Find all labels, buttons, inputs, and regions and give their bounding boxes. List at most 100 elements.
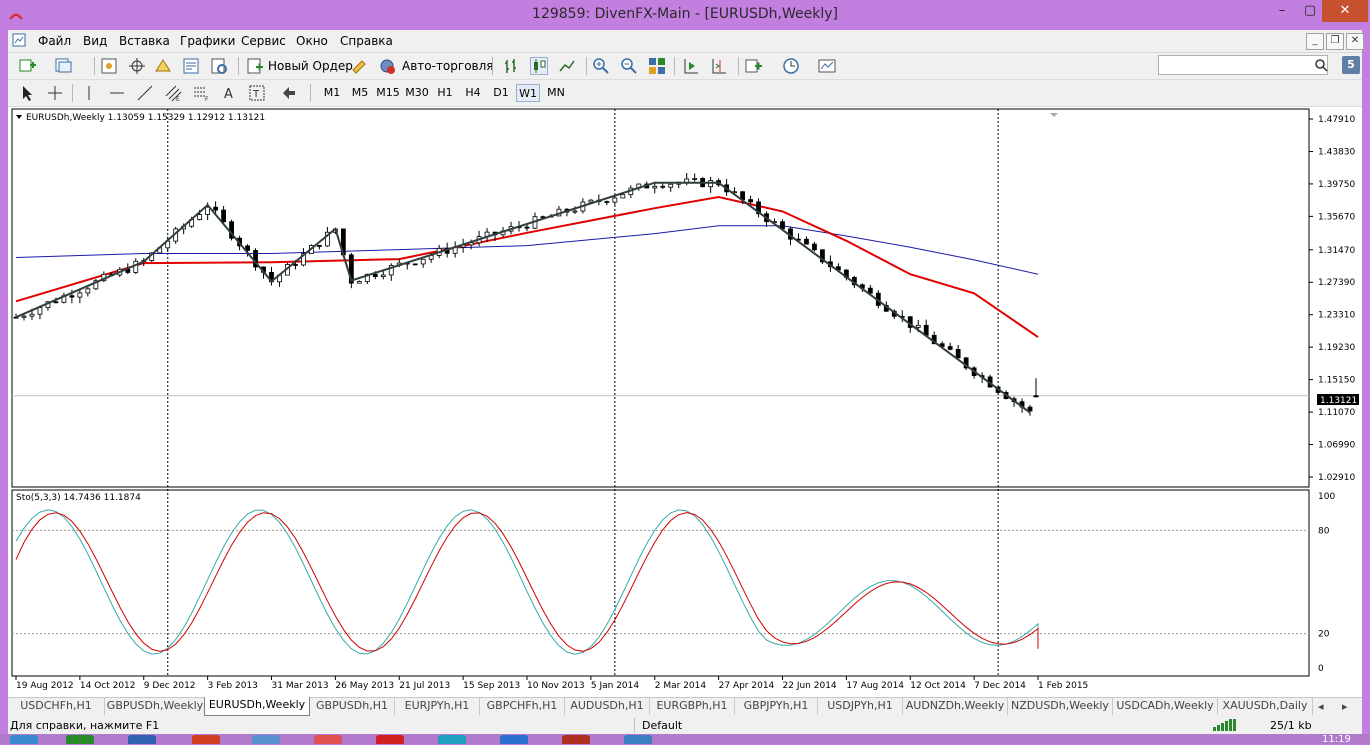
auto-trading-icon[interactable] [378, 57, 396, 75]
maximize-button[interactable]: ▢ [1296, 0, 1324, 22]
candle-body [572, 210, 578, 213]
menu-tools[interactable]: Сервис [241, 34, 286, 48]
taskbar-app-icon[interactable] [500, 735, 528, 744]
zoom-in-icon[interactable] [592, 57, 610, 75]
search-icon[interactable] [1314, 58, 1328, 72]
tab-audnzdh-weekly[interactable]: AUDNZDh,Weekly [903, 698, 1008, 715]
candlestick-chart-icon[interactable] [530, 57, 548, 75]
market-watch-icon[interactable] [100, 57, 118, 75]
fibonacci-icon[interactable]: F [192, 84, 210, 102]
chart-shift-icon[interactable] [710, 57, 728, 75]
taskbar-app-icon[interactable] [376, 735, 404, 744]
taskbar-app-icon[interactable] [192, 735, 220, 744]
tab-xauusdh-daily[interactable]: XAUUSDh,Daily [1218, 698, 1313, 715]
candle-body [53, 301, 59, 304]
taskbar-app-icon[interactable] [624, 735, 652, 744]
zoom-out-icon[interactable] [620, 57, 638, 75]
price-tick-label: 1.31470 [1318, 246, 1355, 256]
connection-status-icon[interactable] [1213, 719, 1239, 731]
candle-body [524, 226, 530, 229]
date-tick-label: 26 May 2013 [335, 681, 394, 691]
navigator-icon[interactable] [154, 57, 172, 75]
text-label-icon[interactable]: T [248, 84, 266, 102]
menu-file[interactable]: Файл [38, 34, 71, 48]
taskbar-app-icon[interactable] [128, 735, 156, 744]
mdi-restore-button[interactable]: ❐ [1326, 33, 1344, 50]
timeframe-h1[interactable]: H1 [434, 84, 456, 102]
date-tick-label: 3 Feb 2013 [208, 681, 258, 691]
notifications-badge[interactable]: 5 [1342, 56, 1360, 74]
terminal-icon[interactable] [182, 57, 200, 75]
tab-gbpjpyh-h1[interactable]: GBPJPYh,H1 [735, 698, 818, 715]
crosshair-nav-icon[interactable] [128, 57, 146, 75]
tab-eurgbph-h1[interactable]: EURGBPh,H1 [650, 698, 735, 715]
date-tick-label: 19 Aug 2012 [16, 681, 74, 691]
taskbar-app-icon[interactable] [252, 735, 280, 744]
periods-clock-icon[interactable] [782, 57, 800, 75]
metaeditor-icon[interactable] [350, 57, 368, 75]
tab-eurjpyh-h1[interactable]: EURJPYh,H1 [395, 698, 480, 715]
tab-audusdh-h1[interactable]: AUDUSDh,H1 [565, 698, 650, 715]
candle-body [29, 313, 35, 317]
auto-trading-button[interactable]: Авто-торговля [402, 59, 494, 73]
tabs-scroll-right-icon[interactable]: ▸ [1342, 700, 1348, 713]
tab-usdjpyh-h1[interactable]: USDJPYh,H1 [818, 698, 903, 715]
menu-charts[interactable]: Графики [180, 34, 235, 48]
arrows-icon[interactable] [280, 84, 298, 102]
templates-icon[interactable] [818, 57, 836, 75]
tab-gbpusdh-h1[interactable]: GBPUSDh,H1 [310, 698, 395, 715]
auto-scroll-icon[interactable] [682, 57, 700, 75]
menu-insert[interactable]: Вставка [119, 34, 170, 48]
search-input[interactable] [1158, 55, 1328, 75]
candle-body [947, 346, 953, 350]
timeframe-m1[interactable]: M1 [320, 84, 344, 102]
timeframe-mn[interactable]: MN [544, 84, 568, 102]
cursor-arrow-icon[interactable] [18, 84, 36, 102]
tab-usdchfh-h1[interactable]: USDCHFh,H1 [8, 698, 105, 715]
tab-gbpusdh-weekly[interactable]: GBPUSDh,Weekly [105, 698, 206, 715]
taskbar-app-icon[interactable] [66, 735, 94, 744]
timeframe-m15[interactable]: M15 [374, 84, 402, 102]
line-chart-icon[interactable] [558, 57, 576, 75]
timeframe-h4[interactable]: H4 [462, 84, 484, 102]
new-chart-icon[interactable] [18, 57, 36, 75]
new-order-icon[interactable] [246, 57, 264, 75]
tab-nzdusdh-weekly[interactable]: NZDUSDh,Weekly [1008, 698, 1113, 715]
equidistant-channel-icon[interactable]: E [164, 84, 182, 102]
strategy-tester-icon[interactable] [210, 57, 228, 75]
indicators-icon[interactable] [744, 57, 762, 75]
tab-gbpchfh-h1[interactable]: GBPCHFh,H1 [480, 698, 565, 715]
menu-view[interactable]: Вид [83, 34, 107, 48]
status-profile[interactable]: Default [642, 719, 682, 732]
tab-usdcadh-weekly[interactable]: USDCADh,Weekly [1113, 698, 1218, 715]
new-order-button[interactable]: Новый Ордер [268, 59, 353, 73]
timeframe-m30[interactable]: M30 [403, 84, 431, 102]
text-icon[interactable]: A [220, 84, 238, 102]
chart-window[interactable]: 1.47910 1.43830 1.39750 1.35670 1.31470 1.273… [8, 107, 1362, 697]
taskbar-app-icon[interactable] [314, 735, 342, 744]
tile-windows-icon[interactable] [648, 57, 666, 75]
horizontal-line-icon[interactable] [108, 84, 126, 102]
price-chart[interactable]: 1.47910 1.43830 1.39750 1.35670 1.31470 1.273… [8, 107, 1362, 697]
mdi-minimize-button[interactable]: _ [1306, 33, 1324, 50]
tab-eurusdh-weekly[interactable]: EURUSDh,Weekly [204, 697, 310, 716]
crosshair-icon[interactable] [46, 84, 64, 102]
menu-help[interactable]: Справка [340, 34, 393, 48]
trend-line-icon[interactable] [136, 84, 154, 102]
vertical-line-icon[interactable] [80, 84, 98, 102]
mdi-close-button[interactable]: ✕ [1346, 33, 1364, 50]
tabs-scroll-left-icon[interactable]: ◂ [1318, 700, 1324, 713]
last-candle-body [1033, 395, 1039, 398]
timeframe-m5[interactable]: M5 [348, 84, 372, 102]
start-icon[interactable] [10, 735, 38, 744]
candle-body [412, 263, 418, 266]
close-button[interactable]: ✕ [1322, 0, 1368, 22]
taskbar-app-icon[interactable] [562, 735, 590, 744]
menu-window[interactable]: Окно [296, 34, 328, 48]
timeframe-w1[interactable]: W1 [516, 84, 540, 102]
bar-chart-icon[interactable] [502, 57, 520, 75]
timeframe-d1[interactable]: D1 [490, 84, 512, 102]
taskbar-app-icon[interactable] [438, 735, 466, 744]
minimize-button[interactable]: – [1268, 0, 1296, 22]
profiles-icon[interactable] [54, 57, 72, 75]
